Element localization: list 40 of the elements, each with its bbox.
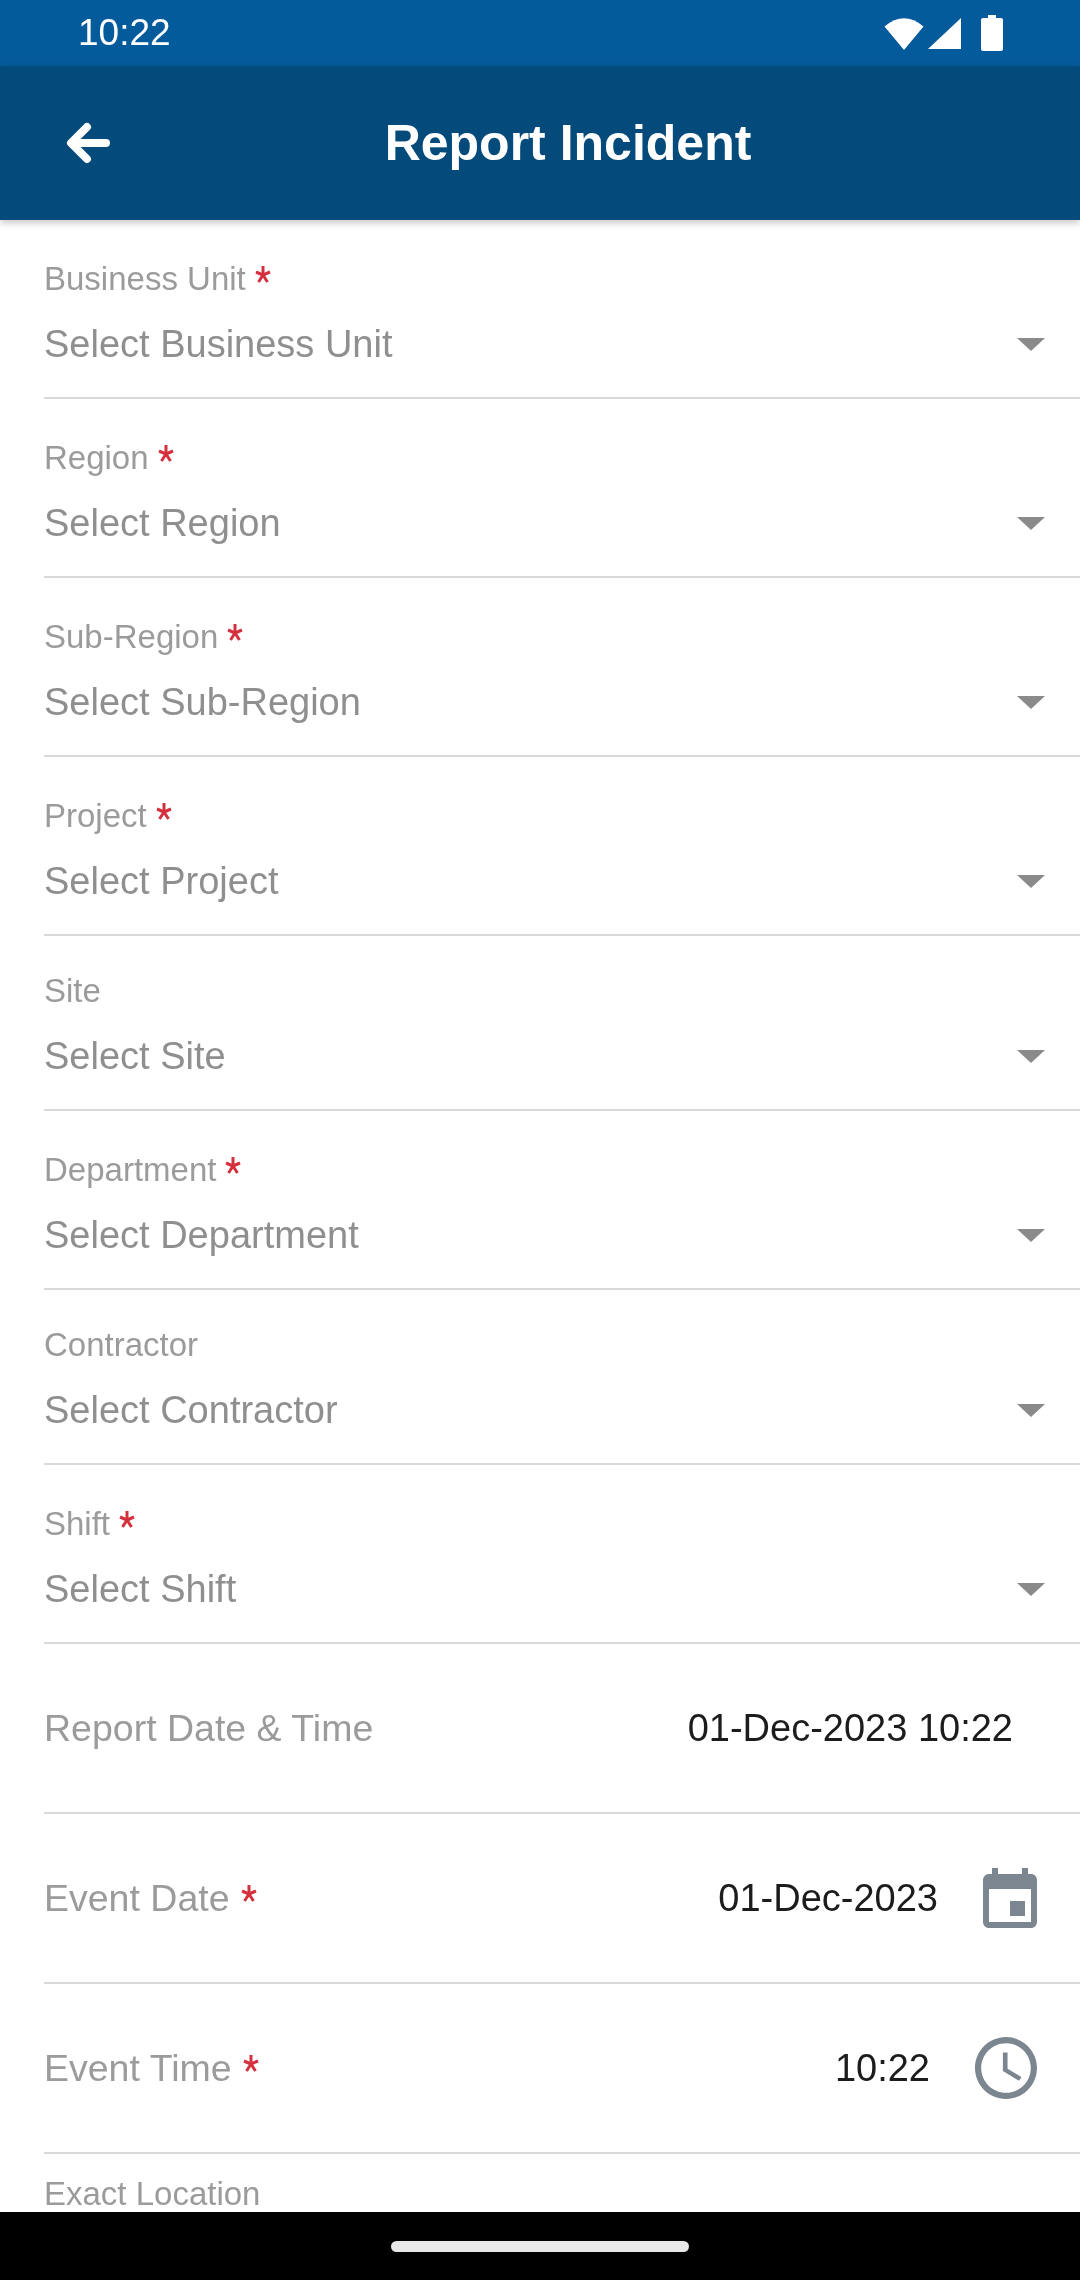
- caret-icon: [1017, 516, 1045, 530]
- status-time: 10:22: [78, 11, 171, 55]
- dropdown-field[interactable]: Select Department: [44, 1188, 1080, 1290]
- dropdown-field[interactable]: Select Contractor: [44, 1363, 1080, 1465]
- calendar-icon[interactable]: [983, 1868, 1037, 1928]
- caret-icon: [1017, 337, 1045, 351]
- dropdown-field[interactable]: Select Project: [44, 834, 1080, 936]
- caret-icon: [1017, 1228, 1045, 1242]
- dropdown-field[interactable]: Select Site: [44, 1009, 1080, 1111]
- caret-icon: [1017, 1582, 1045, 1596]
- caret-icon: [1017, 874, 1045, 888]
- field-label: Region: [44, 440, 149, 476]
- datetime-value: 01-Dec-2023 10:22: [687, 1706, 1013, 1750]
- wifi-icon: [884, 16, 924, 50]
- dropdown-field[interactable]: Select Business Unit: [44, 297, 1080, 399]
- date-value[interactable]: 01-Dec-2023: [718, 1876, 938, 1920]
- caret-icon: [1017, 1049, 1045, 1063]
- field-label: Exact Location: [44, 2176, 261, 2212]
- field-label: Site: [44, 973, 101, 1009]
- field-label: Project: [44, 798, 147, 834]
- caret-icon: [1017, 695, 1045, 709]
- dropdown-field[interactable]: Select Sub-Region: [44, 655, 1080, 757]
- home-indicator[interactable]: [391, 2240, 689, 2252]
- field-label: Event Time: [44, 2046, 232, 2090]
- signal-icon: [928, 17, 961, 49]
- dropdown-field[interactable]: Select Shift: [44, 1542, 1080, 1644]
- screen-title: Report Incident: [384, 114, 752, 173]
- caret-icon: [1017, 1403, 1045, 1417]
- battery-icon: [981, 15, 1003, 51]
- arrow-left-icon: [65, 121, 111, 165]
- field-label: Business Unit: [44, 261, 246, 297]
- field-label: Contractor: [44, 1327, 199, 1363]
- time-value[interactable]: 10:22: [834, 2046, 930, 2090]
- field-label: Report Date & Time: [44, 1706, 374, 1750]
- field-label: Shift: [44, 1506, 111, 1542]
- clock-icon[interactable]: [975, 2037, 1037, 2099]
- field-label: Event Date: [44, 1876, 230, 1920]
- field-label: Sub-Region: [44, 619, 219, 655]
- dropdown-field[interactable]: Select Region: [44, 476, 1080, 578]
- field-label: Department: [44, 1152, 217, 1188]
